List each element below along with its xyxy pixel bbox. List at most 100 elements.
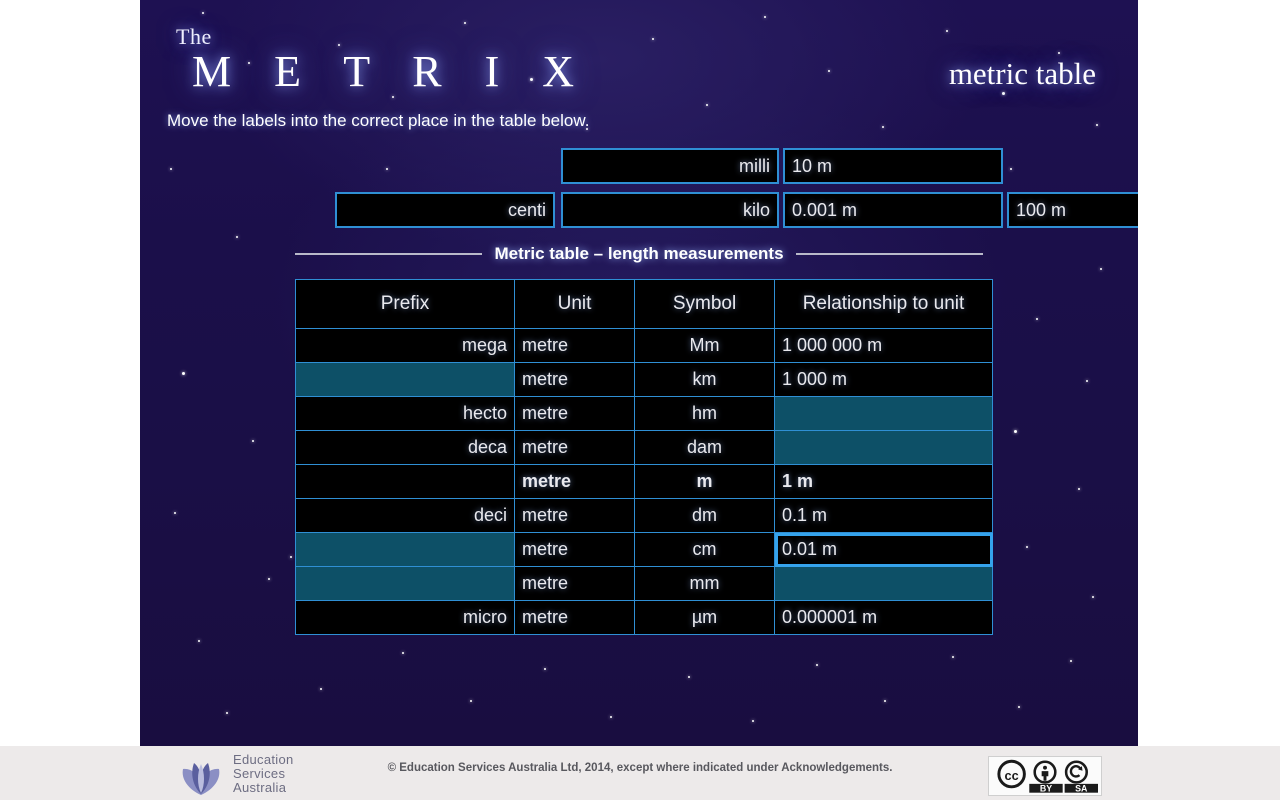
svg-text:cc: cc bbox=[1005, 768, 1019, 783]
star-dot bbox=[752, 720, 754, 722]
star-dot bbox=[386, 168, 388, 170]
drop-target-relationship[interactable] bbox=[774, 430, 993, 465]
star-dot bbox=[1100, 268, 1102, 270]
instruction-text: Move the labels into the correct place i… bbox=[167, 111, 590, 130]
cell-prefix: mega bbox=[295, 328, 515, 363]
star-dot bbox=[252, 440, 254, 442]
svg-text:SA: SA bbox=[1075, 784, 1088, 793]
cell-symbol: Mm bbox=[634, 328, 775, 363]
drop-target-relationship[interactable] bbox=[774, 566, 993, 601]
table-row: hecto metre hm bbox=[295, 396, 993, 431]
star-dot bbox=[236, 236, 238, 238]
drop-target-prefix[interactable] bbox=[295, 532, 515, 567]
cell-prefix: hecto bbox=[295, 396, 515, 431]
star-dot bbox=[198, 640, 200, 642]
star-dot bbox=[764, 16, 766, 18]
table-row: metre mm bbox=[295, 566, 993, 601]
star-dot bbox=[544, 668, 546, 670]
cell-unit: metre bbox=[514, 464, 635, 499]
selected-cell-relationship[interactable]: 0.01 m bbox=[774, 532, 993, 567]
caption-text: Metric table – length measurements bbox=[494, 244, 784, 263]
draggable-label-10-m[interactable]: 10 m bbox=[783, 148, 1003, 184]
column-header-prefix: Prefix bbox=[295, 279, 515, 329]
cell-relationship: 1 m bbox=[774, 464, 993, 499]
column-header-relationship: Relationship to unit bbox=[774, 279, 993, 329]
cell-prefix bbox=[295, 464, 515, 499]
star-dot bbox=[952, 656, 954, 658]
star-dot bbox=[170, 168, 172, 170]
cell-prefix: deci bbox=[295, 498, 515, 533]
drop-target-relationship[interactable] bbox=[774, 396, 993, 431]
star-dot bbox=[1092, 596, 1094, 598]
column-header-symbol: Symbol bbox=[634, 279, 775, 329]
cell-relationship: 1 000 000 m bbox=[774, 328, 993, 363]
star-dot bbox=[882, 126, 884, 128]
star-dot bbox=[392, 96, 394, 98]
cell-unit: metre bbox=[514, 396, 635, 431]
star-dot bbox=[828, 70, 830, 72]
cell-unit: metre bbox=[514, 362, 635, 397]
star-dot bbox=[1010, 168, 1012, 170]
table-row: mega metre Mm 1 000 000 m bbox=[295, 328, 993, 363]
cell-symbol: dam bbox=[634, 430, 775, 465]
cell-unit: metre bbox=[514, 498, 635, 533]
draggable-label-centi[interactable]: centi bbox=[335, 192, 555, 228]
star-dot bbox=[946, 30, 948, 32]
brand-metrix-text: M E T R I X bbox=[192, 47, 591, 96]
draggable-label-100-m[interactable]: 100 m bbox=[1007, 192, 1138, 228]
star-dot bbox=[1096, 124, 1098, 126]
star-dot bbox=[816, 664, 818, 666]
star-dot bbox=[226, 712, 228, 714]
draggable-label-kilo[interactable]: kilo bbox=[561, 192, 779, 228]
cell-symbol: km bbox=[634, 362, 775, 397]
cell-unit: metre bbox=[514, 532, 635, 567]
star-dot bbox=[202, 12, 204, 14]
star-dot bbox=[1026, 546, 1028, 548]
esa-logo-text: Education Services Australia bbox=[233, 753, 294, 795]
star-dot bbox=[174, 512, 176, 514]
esa-logo-line-3: Australia bbox=[233, 780, 287, 795]
star-dot bbox=[1078, 488, 1080, 490]
creative-commons-badge[interactable]: cc BY SA bbox=[988, 756, 1102, 796]
table-row: metre m 1 m bbox=[295, 464, 993, 499]
star-dot bbox=[402, 652, 404, 654]
caption-rule-left bbox=[295, 253, 483, 255]
education-services-australia-logo: Education Services Australia bbox=[178, 752, 294, 796]
star-dot bbox=[290, 556, 292, 558]
star-dot bbox=[1086, 380, 1088, 382]
cell-prefix: deca bbox=[295, 430, 515, 465]
cell-symbol: cm bbox=[634, 532, 775, 567]
star-dot bbox=[182, 372, 185, 375]
star-dot bbox=[652, 38, 654, 40]
cell-prefix: micro bbox=[295, 600, 515, 635]
draggable-label-0-001-m[interactable]: 0.001 m bbox=[783, 192, 1003, 228]
esa-flower-icon bbox=[182, 763, 220, 795]
table-row: micro metre µm 0.000001 m bbox=[295, 600, 993, 635]
star-dot bbox=[1036, 318, 1038, 320]
star-dot bbox=[1070, 660, 1072, 662]
cell-unit: metre bbox=[514, 328, 635, 363]
drop-target-prefix[interactable] bbox=[295, 362, 515, 397]
drop-target-prefix[interactable] bbox=[295, 566, 515, 601]
star-dot bbox=[1014, 430, 1017, 433]
star-dot bbox=[688, 676, 690, 678]
page-title: metric table bbox=[948, 56, 1096, 91]
cell-relationship: 1 000 m bbox=[774, 362, 993, 397]
star-dot bbox=[1002, 92, 1005, 95]
cell-relationship: 0.1 m bbox=[774, 498, 993, 533]
star-dot bbox=[268, 578, 270, 580]
star-dot bbox=[884, 700, 886, 702]
draggable-label-milli[interactable]: milli bbox=[561, 148, 779, 184]
table-body: mega metre Mm 1 000 000 m metre km 1 000 m hect… bbox=[295, 328, 993, 635]
cell-unit: metre bbox=[514, 566, 635, 601]
star-dot bbox=[706, 104, 708, 106]
cell-symbol: µm bbox=[634, 600, 775, 635]
cell-unit: metre bbox=[514, 430, 635, 465]
metric-table: Prefix Unit Symbol Relationship to unit … bbox=[295, 279, 993, 635]
cell-relationship: 0.000001 m bbox=[774, 600, 993, 635]
cell-symbol: m bbox=[634, 464, 775, 499]
column-header-unit: Unit bbox=[514, 279, 635, 329]
caption-rule-right bbox=[795, 253, 983, 255]
cell-unit: metre bbox=[514, 600, 635, 635]
slide-stage: The M E T R I X metric table Move the la… bbox=[140, 0, 1138, 746]
